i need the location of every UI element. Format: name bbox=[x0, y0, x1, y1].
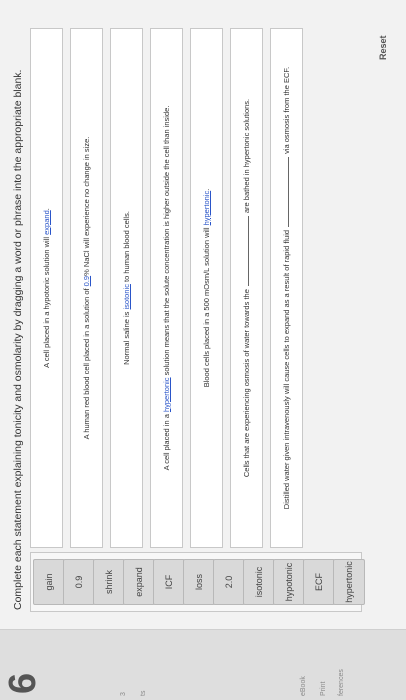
statement-5: Blood cells placed in a 500 mOsm/L solut… bbox=[190, 28, 223, 548]
word-chip[interactable]: isotonic bbox=[243, 559, 275, 605]
instructions: Complete each statement explaining tonic… bbox=[12, 69, 24, 610]
filled-answer[interactable]: 0.9 bbox=[82, 276, 91, 286]
ebook-link[interactable]: eBook bbox=[300, 676, 307, 696]
reset-button[interactable]: Reset bbox=[378, 35, 388, 60]
side-nav-item[interactable]: 3 bbox=[120, 692, 127, 696]
word-chip[interactable]: gain bbox=[33, 559, 65, 605]
answer-blank[interactable] bbox=[247, 216, 249, 287]
print-link[interactable]: Print bbox=[320, 682, 327, 696]
filled-answer[interactable]: hypertonic bbox=[202, 191, 211, 226]
word-chip[interactable]: expand bbox=[123, 559, 155, 605]
word-chip[interactable]: hypotonic bbox=[273, 559, 305, 605]
statement-2: A human red blood cell placed in a solut… bbox=[70, 28, 103, 548]
word-chip[interactable]: 2.0 bbox=[213, 559, 245, 605]
references-link[interactable]: ferences bbox=[338, 669, 345, 696]
question-number: 6 bbox=[2, 672, 44, 694]
filled-answer[interactable]: isotonic bbox=[122, 284, 131, 309]
statement-1: A cell placed in a hypotonic solution wi… bbox=[30, 28, 63, 548]
word-chip[interactable]: loss bbox=[183, 559, 215, 605]
statement-6: Cells that are experiencing osmosis of w… bbox=[230, 28, 263, 548]
side-nav-item[interactable]: ts bbox=[140, 691, 147, 696]
statement-3: Normal saline is isotonic to human blood… bbox=[110, 28, 143, 548]
statement-4: A cell placed in a hypertonic solution m… bbox=[150, 28, 183, 548]
word-chip[interactable]: ICF bbox=[153, 559, 185, 605]
left-panel: 6 3 ts eBook Print ferences bbox=[0, 629, 406, 700]
word-bank: gain 0.9 shrink expand ICF loss 2.0 isot… bbox=[30, 552, 365, 612]
word-chip[interactable]: ECF bbox=[303, 559, 335, 605]
answer-blank[interactable] bbox=[287, 156, 289, 227]
photo-frame: 6 3 ts eBook Print ferences Complete eac… bbox=[0, 0, 406, 700]
filled-answer[interactable]: hypertonic bbox=[162, 377, 171, 412]
word-chip[interactable]: hypertonic bbox=[333, 559, 365, 605]
question-screen: 6 3 ts eBook Print ferences Complete eac… bbox=[0, 0, 406, 700]
word-chip[interactable]: 0.9 bbox=[63, 559, 95, 605]
filled-answer[interactable]: expand bbox=[42, 210, 51, 235]
word-chip[interactable]: shrink bbox=[93, 559, 125, 605]
statement-7: Distilled water given intravenously will… bbox=[270, 28, 303, 548]
